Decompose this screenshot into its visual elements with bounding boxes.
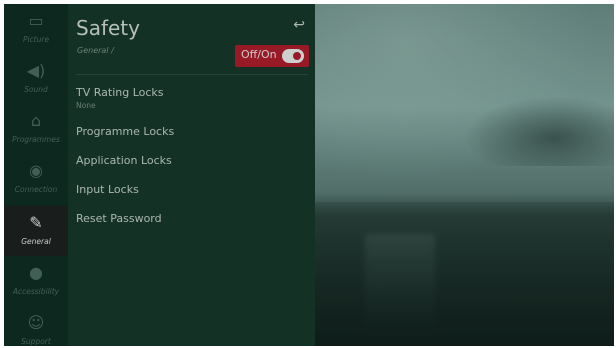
rail-item-accessibility[interactable]: ● Accessibility bbox=[4, 256, 68, 306]
menu-item-programme-locks[interactable]: Programme Locks bbox=[76, 125, 308, 149]
rail-item-connection[interactable]: ◉ Connection bbox=[4, 154, 68, 204]
menu-item-label: Input Locks bbox=[76, 183, 139, 196]
safety-toggle[interactable]: Off/On bbox=[235, 45, 309, 67]
support-icon: ☺ bbox=[27, 313, 45, 332]
rail-label-sound: Sound bbox=[24, 85, 48, 94]
menu-item-input-locks[interactable]: Input Locks bbox=[76, 183, 308, 207]
background-photo bbox=[315, 4, 614, 346]
speaker-icon: ◀) bbox=[26, 61, 46, 80]
monitor-icon: ▭ bbox=[28, 11, 44, 30]
rail-label-connection: Connection bbox=[14, 185, 58, 194]
rail-label-support: Support bbox=[21, 337, 51, 346]
toggle-label: Off/On bbox=[241, 48, 277, 61]
toggle-knob bbox=[293, 52, 301, 60]
settings-category-rail: ▭ Picture ◀) Sound ⌂ Programmes ◉ Connec… bbox=[4, 4, 68, 346]
rail-label-accessibility: Accessibility bbox=[12, 287, 60, 296]
globe-icon: ◉ bbox=[29, 161, 43, 180]
menu-item-value: None bbox=[76, 101, 96, 110]
rail-item-programmes[interactable]: ⌂ Programmes bbox=[4, 104, 68, 154]
back-arrow-icon[interactable]: ↩ bbox=[293, 18, 305, 32]
menu-item-tv-rating-locks[interactable]: TV Rating Locks None bbox=[76, 86, 308, 110]
rail-item-picture[interactable]: ▭ Picture bbox=[4, 4, 68, 54]
photo-water bbox=[315, 202, 614, 346]
menu-item-application-locks[interactable]: Application Locks bbox=[76, 154, 308, 178]
rail-item-support[interactable]: ☺ Support bbox=[4, 306, 68, 347]
rail-item-general[interactable]: ✎ General bbox=[4, 206, 68, 256]
menu-item-label: Application Locks bbox=[76, 154, 172, 167]
wrench-icon: ✎ bbox=[29, 213, 43, 232]
rail-label-general: General bbox=[21, 237, 51, 246]
rail-item-sound[interactable]: ◀) Sound bbox=[4, 54, 68, 104]
tv-settings-screen: ▭ Picture ◀) Sound ⌂ Programmes ◉ Connec… bbox=[4, 4, 614, 346]
settings-panel: Safety General / ↩ Off/On TV Rating Lock… bbox=[68, 4, 315, 346]
menu-item-label: Reset Password bbox=[76, 212, 162, 225]
antenna-icon: ⌂ bbox=[30, 111, 42, 130]
breadcrumb: General / bbox=[77, 46, 114, 55]
menu-item-reset-password[interactable]: Reset Password bbox=[76, 212, 308, 236]
page-title: Safety bbox=[76, 16, 140, 40]
menu-item-label: Programme Locks bbox=[76, 125, 175, 138]
rail-label-picture: Picture bbox=[22, 35, 50, 44]
accessibility-icon: ● bbox=[29, 263, 43, 282]
menu-item-label: TV Rating Locks bbox=[76, 86, 164, 99]
toggle-switch bbox=[282, 49, 304, 63]
rail-label-programmes: Programmes bbox=[12, 135, 60, 144]
photo-trees bbox=[464, 96, 614, 166]
divider bbox=[76, 74, 308, 75]
